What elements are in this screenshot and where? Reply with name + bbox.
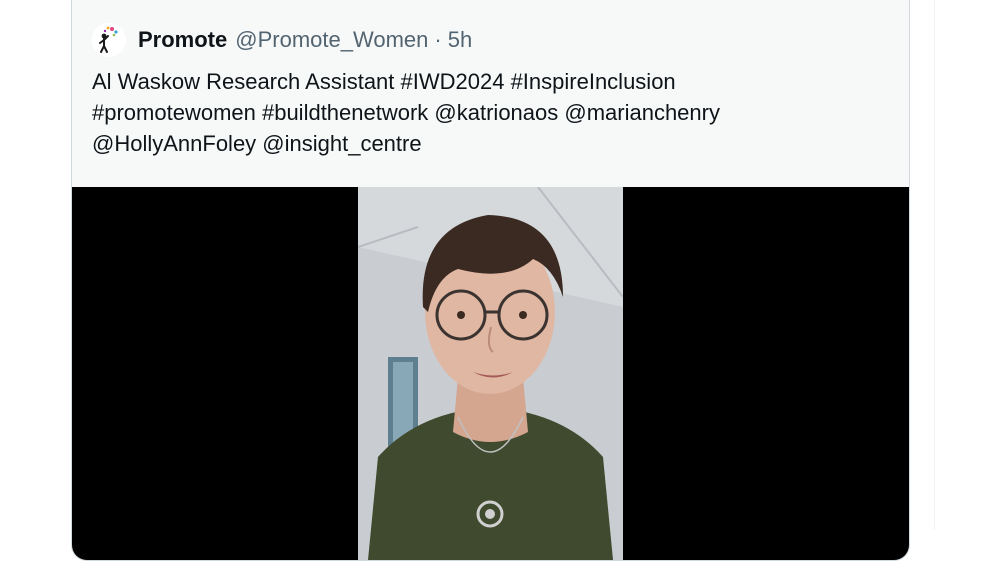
video-thumbnail[interactable] [358, 187, 623, 560]
user-handle[interactable]: @Promote_Women [235, 27, 428, 53]
avatar[interactable] [92, 23, 126, 57]
quoted-tweet-card[interactable]: Promote @Promote_Women · 5h Al Waskow Re… [71, 0, 910, 561]
promote-logo-icon [92, 23, 126, 57]
tweet-text: Al Waskow Research Assistant #IWD2024 #I… [92, 69, 720, 156]
timestamp[interactable]: 5h [448, 27, 472, 53]
video-player[interactable] [72, 187, 909, 560]
left-gutter [0, 0, 52, 530]
right-sidebar [935, 0, 1000, 530]
separator-dot: · [434, 27, 442, 52]
person-thumbnail-icon [358, 187, 623, 560]
tweet-header: Promote @Promote_Women · 5h [92, 22, 472, 58]
display-name[interactable]: Promote [138, 27, 227, 53]
